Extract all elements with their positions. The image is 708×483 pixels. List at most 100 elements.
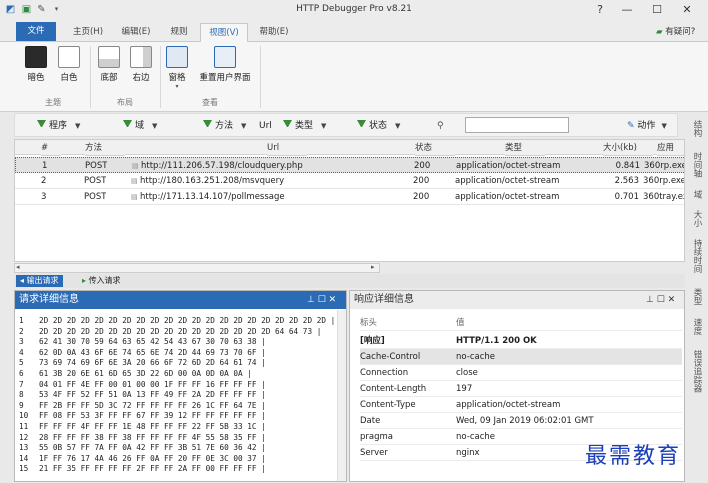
outgoing-label: 输出请求 (26, 276, 59, 285)
row-method: POST (84, 192, 107, 202)
white-theme-icon (58, 46, 80, 68)
side-tab-speed[interactable]: 速度 (689, 314, 703, 338)
tab-help[interactable]: 帮助(E) (252, 23, 296, 42)
side-tab-error-tracker[interactable]: 错误追踪器 (689, 344, 703, 398)
header-value: HTTP/1.1 200 OK (456, 333, 682, 349)
panes-button[interactable]: 窗格 ▾ (164, 46, 190, 90)
request-panel-title: 请求详细信息 (19, 294, 79, 305)
scroll-right-icon[interactable]: ▸ (371, 263, 375, 271)
tab-rules[interactable]: 规则 (162, 23, 196, 42)
side-tab-duration[interactable]: 持续时间 (689, 234, 703, 278)
filter-status-label: 状态 (369, 121, 388, 131)
tab-edit[interactable]: 编辑(E) (114, 23, 158, 42)
tab-file[interactable]: 文件 (16, 22, 56, 41)
side-tab-domain[interactable]: 域 (689, 186, 703, 202)
side-tab-size[interactable]: 大小 (689, 206, 703, 230)
hex-row: 3 62 41 30 70 59 64 63 65 42 54 43 67 30 … (19, 337, 266, 348)
scroll-left-icon[interactable]: ◂ (16, 263, 20, 271)
column-header-size[interactable]: 大小(kb) (603, 140, 653, 156)
edit-icon: ✎ (627, 121, 635, 131)
theme-white-label: 白色 (60, 73, 78, 83)
column-header-type[interactable]: 类型 (505, 140, 545, 156)
column-header-url[interactable]: Url (267, 140, 307, 156)
close-button[interactable]: ✕ (672, 2, 702, 18)
title-bar: ◩ ▣ ✎ ▾ HTTP Debugger Pro v8.21 ? — ☐ ✕ (0, 0, 708, 20)
side-tab-type[interactable]: 类型 (689, 284, 703, 308)
theme-white-button[interactable]: 白色 (53, 46, 85, 83)
hex-row: 12 28 FF FF FF 38 FF 38 FF FF FF FF 4F 55… (19, 433, 266, 444)
hex-bytes: 73 69 74 69 6F 6E 3A 20 66 6F 72 6D 2D 6… (39, 358, 266, 368)
theme-dark-button[interactable]: 暗色 (20, 46, 52, 83)
reset-ui-button[interactable]: 重置用户界面 (194, 46, 256, 83)
column-header-method[interactable]: 方法 (85, 140, 125, 156)
maximize-button[interactable]: ☐ (642, 2, 672, 18)
column-header-status[interactable]: 状态 (415, 140, 455, 156)
filter-url[interactable]: Url (259, 119, 272, 133)
layout-right-button[interactable]: 右边 (126, 46, 156, 83)
header-key: Cache-Control (360, 349, 456, 365)
dropdown-arrow-icon: ▼ (321, 122, 327, 130)
column-header-app[interactable]: 应用 (657, 140, 684, 156)
header-value-column[interactable]: 值 (456, 315, 682, 331)
hex-line-number: 8 (19, 390, 24, 400)
table-row[interactable]: 2 POST ▤ http://180.163.251.208/msvquery… (15, 173, 684, 189)
side-tab-rail: 结构 时间轴 域 大小 持续时间 类型 速度 错误追踪器 (685, 112, 708, 482)
tab-view[interactable]: 视图(V) (200, 23, 248, 43)
group-label-view: 查看 (202, 98, 218, 107)
ribbon-panel: 暗色 白色 主题 底部 右边 布局 窗格 ▾ 重置用户界面 查看 (0, 42, 708, 112)
tab-incoming-requests[interactable]: ▸ 传入请求 (78, 275, 125, 287)
help-question-link[interactable]: ▰ 有疑问? (656, 25, 695, 39)
search-input[interactable] (465, 117, 569, 133)
tab-outgoing-requests[interactable]: ◂ 输出请求 (16, 275, 63, 287)
header-key: Connection (360, 365, 456, 381)
header-key: Content-Length (360, 381, 456, 397)
hex-bytes: 04 01 FF 4E FF 00 01 00 00 1F FF FF 16 F… (39, 379, 266, 389)
row-method: POST (85, 161, 108, 171)
requests-table: # 方法 Url 状态 类型 大小(kb) 应用 1 POST ▤ http:/… (14, 139, 685, 262)
side-tab-structure[interactable]: 结构 (689, 116, 703, 140)
hex-row: 2 2D 2D 2D 2D 2D 2D 2D 2D 2D 2D 2D 2D 2D … (19, 327, 321, 338)
table-row[interactable]: 1 POST ▤ http://111.206.57.198/cloudquer… (15, 157, 684, 173)
filter-icon (357, 120, 366, 129)
filter-process[interactable]: 程序 ▼ (37, 119, 80, 133)
filter-status[interactable]: 状态 ▼ (357, 119, 400, 133)
column-header-num[interactable]: # (41, 140, 61, 156)
hex-line-number: 13 (19, 443, 29, 453)
hex-vertical-scrollbar[interactable] (337, 310, 346, 481)
filter-icon (283, 120, 292, 129)
hex-line-number: 9 (19, 400, 24, 410)
row-num: 2 (41, 176, 47, 186)
hex-line-number: 2 (19, 326, 24, 336)
row-app: 360tray.exe (643, 192, 684, 202)
layout-right-icon (130, 46, 152, 68)
hex-bytes: FF 08 FF 53 3F FF FF 67 FF 39 12 FF FF F… (39, 411, 266, 421)
minimize-button[interactable]: — (612, 2, 642, 18)
filter-type[interactable]: 类型 ▼ (283, 119, 326, 133)
theme-dark-label: 暗色 (27, 73, 45, 83)
hex-bytes: 62 0D 0A 43 6F 6E 74 65 6E 74 2D 44 69 7… (39, 347, 266, 357)
filter-domain[interactable]: 域 ▼ (123, 119, 157, 133)
response-pane-buttons[interactable]: ⊥ ☐ ✕ (646, 291, 675, 309)
table-horizontal-scrollbar[interactable]: ◂ ▸ (14, 263, 380, 273)
table-row[interactable]: 3 POST ▤ http://171.13.14.107/pollmessag… (15, 189, 684, 205)
hex-bytes: FF 2B FF FF 5D 3C 72 FF FF FF FF 26 1C F… (39, 400, 266, 410)
side-tab-timeline[interactable]: 时间轴 (689, 148, 703, 182)
request-pane-buttons[interactable]: ⊥ ☐ ✕ (307, 291, 336, 309)
panes-dropdown-icon: ▾ (175, 83, 179, 90)
layout-bottom-button[interactable]: 底部 (94, 46, 124, 83)
hex-bytes: 28 FF FF FF 38 FF 38 FF FF FF FF 4F 55 5… (39, 432, 266, 442)
header-name-column[interactable]: 标头 (360, 315, 456, 331)
help-window-button[interactable]: ? (585, 2, 615, 18)
header-value: application/octet-stream (456, 397, 682, 413)
filter-bar: 程序 ▼ 域 ▼ 方法 ▼ Url 类型 ▼ 状态 ▼ ⚲ ✎ 动作 ▼ (14, 113, 678, 137)
actions-dropdown[interactable]: ✎ 动作 ▼ (627, 119, 667, 133)
layout-bottom-label: 底部 (100, 73, 118, 83)
row-status: 200 (413, 192, 430, 202)
hex-row: 5 73 69 74 69 6F 6E 3A 20 66 6F 72 6D 2D … (19, 358, 266, 369)
tab-home[interactable]: 主页(H) (66, 23, 110, 42)
dropdown-arrow-icon: ▼ (152, 122, 158, 130)
panes-label: 窗格 (168, 73, 186, 83)
header-key: Content-Type (360, 397, 456, 413)
row-num: 3 (41, 192, 47, 202)
filter-method[interactable]: 方法 ▼ (203, 119, 246, 133)
